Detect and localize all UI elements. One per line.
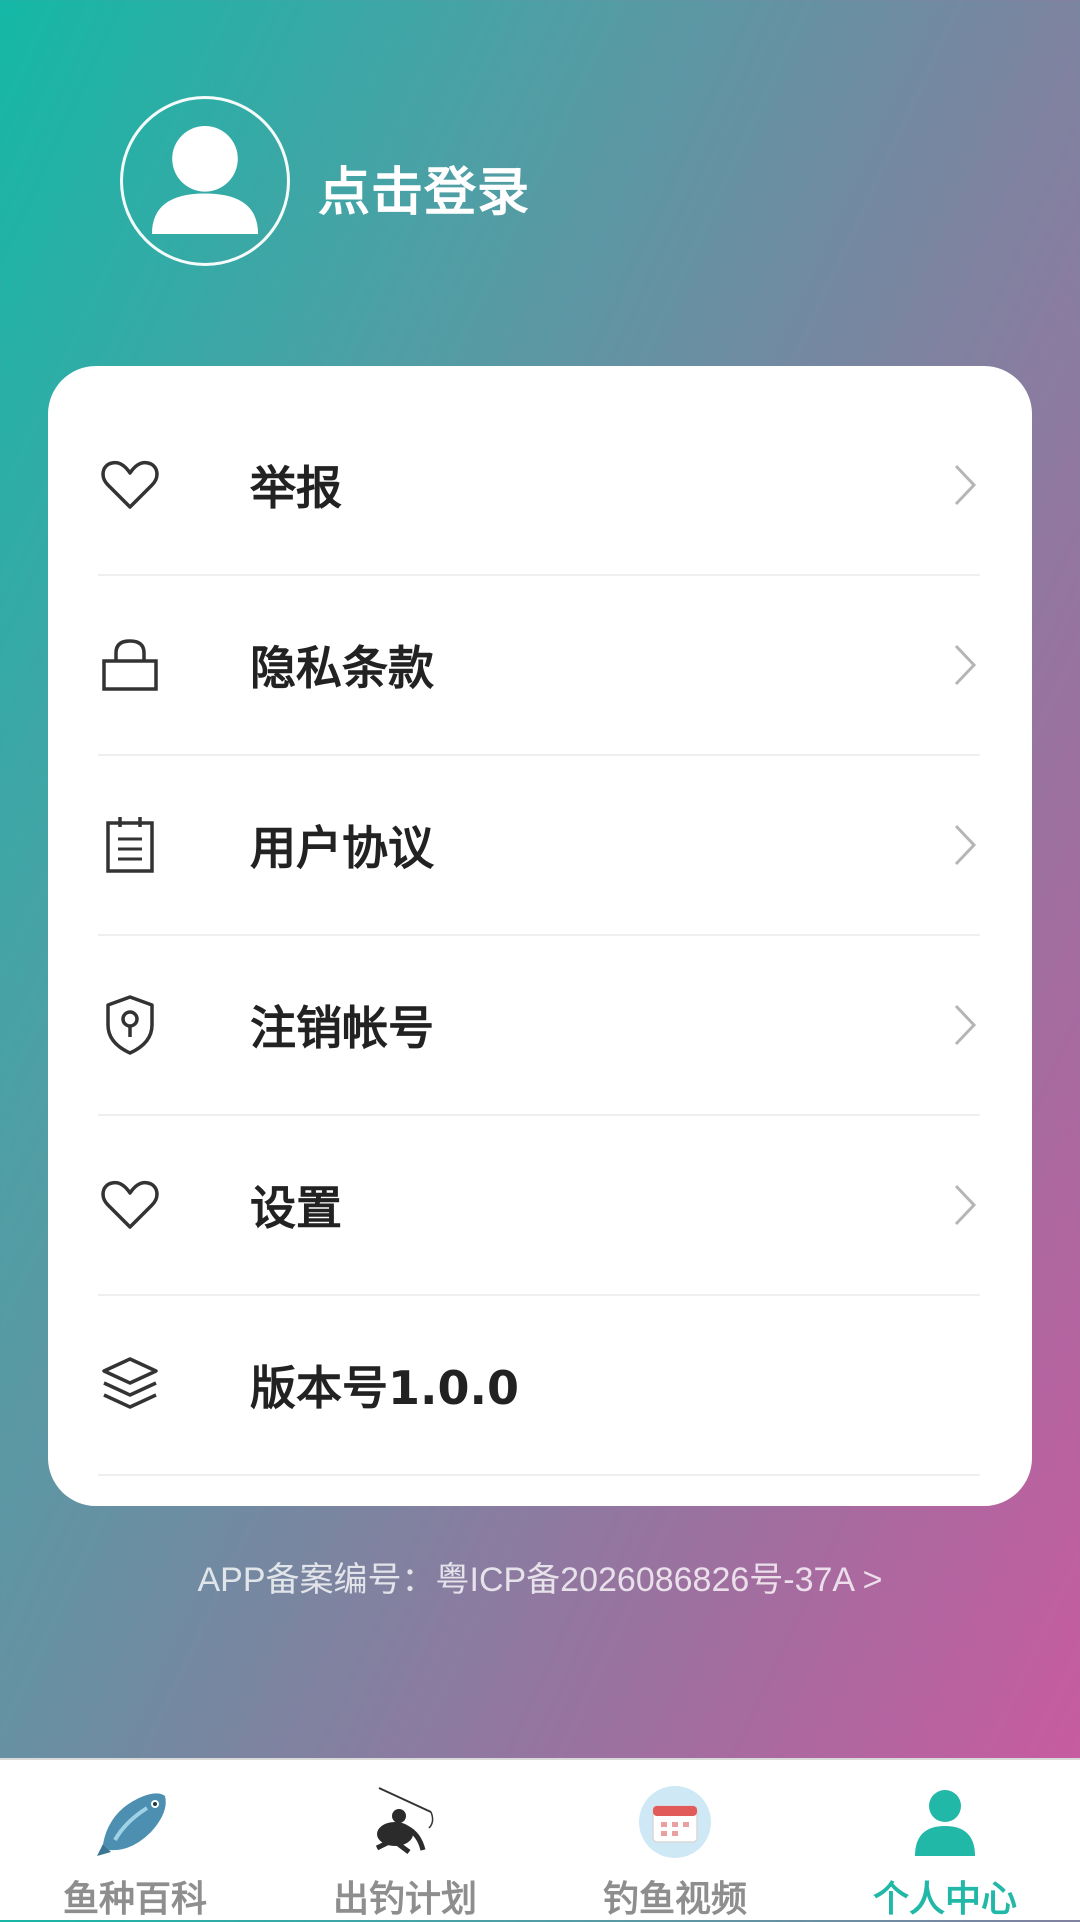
- menu-item-privacy[interactable]: 隐私条款: [98, 576, 980, 756]
- tab-label: 出钓计划: [332, 1879, 477, 1920]
- chevron-right-icon: [950, 1002, 980, 1048]
- angler-icon: [365, 1782, 445, 1862]
- login-link[interactable]: 点击登录: [318, 150, 530, 225]
- heart-icon: [98, 1173, 162, 1237]
- menu-item-label: 隐私条款: [250, 641, 434, 695]
- tab-personal-center[interactable]: 个人中心: [810, 1760, 1080, 1920]
- heart-icon: [98, 453, 162, 517]
- calendar-icon: [635, 1782, 715, 1862]
- tab-label: 个人中心: [872, 1879, 1017, 1920]
- chevron-right-icon: [950, 462, 980, 508]
- person-icon: [905, 1782, 985, 1862]
- chevron-right-icon: [950, 822, 980, 868]
- tab-fish-encyclopedia[interactable]: 鱼种百科: [0, 1760, 270, 1920]
- tab-label: 钓鱼视频: [602, 1879, 747, 1920]
- chevron-right-icon: [950, 642, 980, 688]
- menu-item-settings[interactable]: 设置: [98, 1116, 980, 1296]
- menu-item-user-agreement[interactable]: 用户协议: [98, 756, 980, 936]
- menu-item-label: 用户协议: [250, 821, 434, 875]
- lock-icon: [98, 633, 162, 697]
- menu-item-label: 举报: [250, 461, 342, 515]
- shield-icon: [98, 993, 162, 1057]
- fish-icon: [95, 1782, 175, 1862]
- menu-item-delete-account[interactable]: 注销帐号: [98, 936, 980, 1116]
- user-avatar-icon[interactable]: [120, 96, 290, 266]
- menu-item-label: 设置: [250, 1181, 342, 1235]
- menu-card: 举报 隐私条款 用户协议 注销帐号 设置 版本号1.0.0: [48, 366, 1032, 1506]
- version-label: 版本号1.0.0: [250, 1361, 519, 1415]
- menu-item-label: 注销帐号: [250, 1001, 434, 1055]
- layers-icon: [98, 1353, 162, 1417]
- menu-item-version: 版本号1.0.0: [98, 1296, 980, 1476]
- bottom-tab-bar: 鱼种百科 出钓计划 钓鱼视频 个人中心: [0, 1758, 1080, 1920]
- tab-fishing-plan[interactable]: 出钓计划: [270, 1760, 540, 1920]
- chevron-right-icon: [950, 1182, 980, 1228]
- menu-item-report[interactable]: 举报: [98, 396, 980, 576]
- profile-header: 点击登录: [0, 0, 1080, 360]
- clipboard-icon: [98, 813, 162, 877]
- tab-label: 鱼种百科: [62, 1879, 207, 1920]
- icp-record-link[interactable]: APP备案编号：粤ICP备2026086826号-37A >: [0, 1552, 1080, 1601]
- tab-fishing-videos[interactable]: 钓鱼视频: [540, 1760, 810, 1920]
